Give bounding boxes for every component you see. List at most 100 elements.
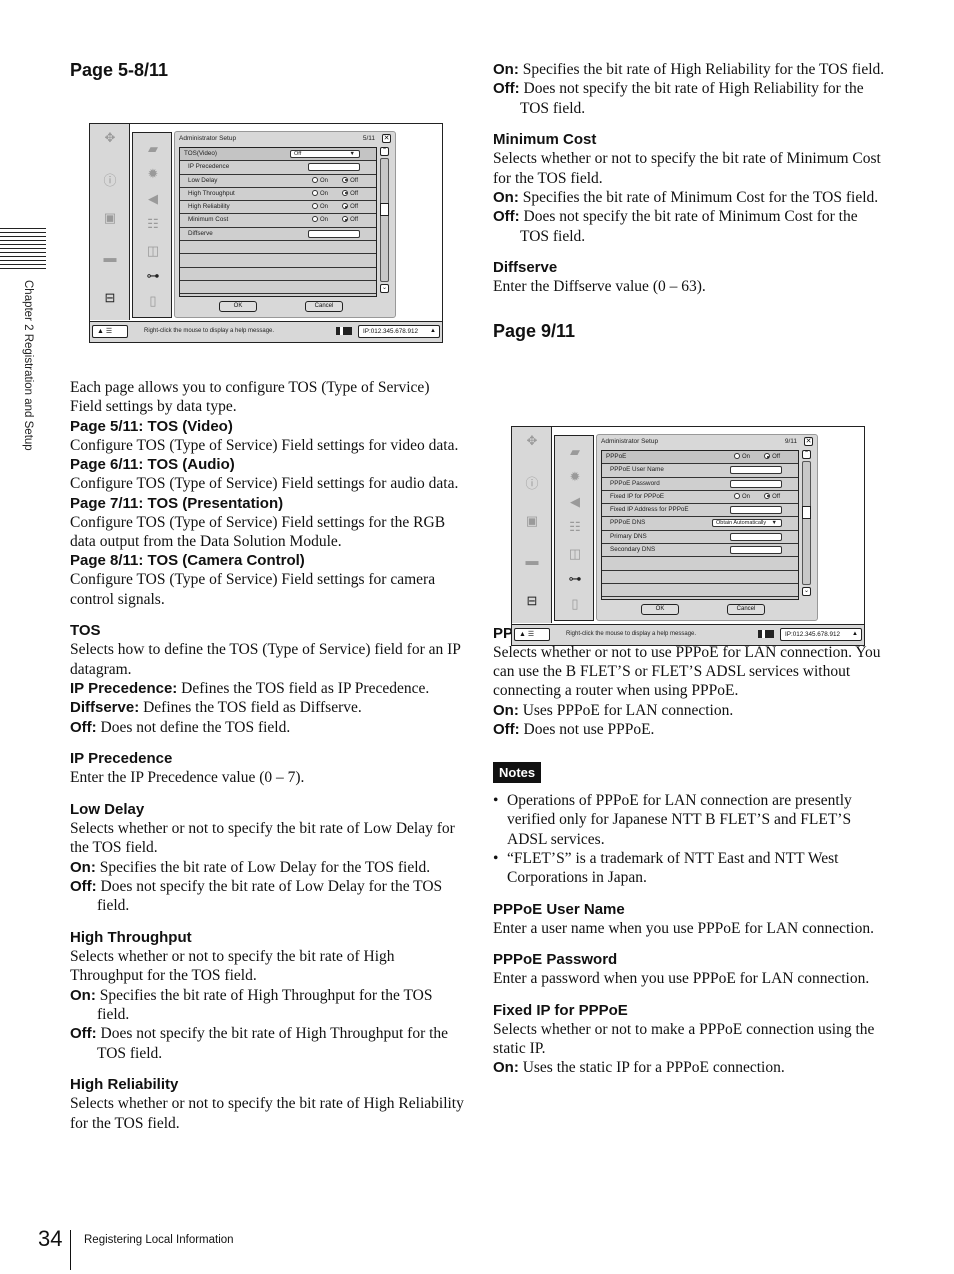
- frame-icon[interactable]: ▯: [145, 293, 161, 309]
- setting-row: PPPoE On Off: [602, 451, 798, 465]
- close-icon[interactable]: ✕: [804, 437, 813, 446]
- radio-off[interactable]: Off: [342, 188, 358, 200]
- scrollbar[interactable]: ⌃ ⌄: [802, 450, 812, 600]
- card-icon[interactable]: ▬: [524, 553, 540, 568]
- admin-setup-dialog: Administrator Setup 9/11 ✕ PPPoE On Off PPPoE …: [596, 434, 818, 621]
- close-icon[interactable]: ✕: [382, 134, 391, 143]
- network-icon[interactable]: ☷: [567, 519, 583, 535]
- section-title: IP Precedence: [70, 750, 173, 768]
- scroll-down-icon[interactable]: ⌄: [802, 587, 811, 596]
- admin-setup-dialog: Administrator Setup 5/11 ✕ TOS(Video) Off IP …: [174, 131, 396, 318]
- dialog-title: Administrator Setup: [601, 438, 659, 445]
- screen-pppoe: ✥ ⓘ ▣ ▬ ⊟ ▰ ✹ ◀ ☷ ◫ ⊶ ▯ Administrator Setup 9/11 ✕ PPPo…: [511, 426, 865, 646]
- radio-on[interactable]: On: [733, 451, 750, 463]
- user-icon[interactable]: ▣: [102, 210, 118, 226]
- option-value: Does not specify the bit rate of Minimum…: [519, 208, 858, 245]
- page-number: 34: [38, 1226, 63, 1251]
- speaker-icon[interactable]: ◀: [145, 191, 161, 207]
- page-desc: Configure TOS (Type of Service) Field se…: [70, 475, 459, 493]
- section-title: Fixed IP for PPPoE: [493, 1001, 628, 1019]
- radio-off[interactable]: Off: [342, 201, 358, 213]
- scroll-up-icon[interactable]: ⌃: [380, 147, 389, 156]
- info-icon[interactable]: ⓘ: [524, 473, 540, 492]
- setting-label: Secondary DNS: [610, 546, 656, 554]
- page-indicator: 5/11: [362, 135, 375, 142]
- menu-toggle-button[interactable]: ▲ ☰: [92, 325, 128, 338]
- radio-on[interactable]: On: [311, 201, 328, 213]
- cancel-button[interactable]: Cancel: [305, 301, 343, 312]
- radio-off[interactable]: Off: [342, 175, 358, 187]
- section-desc: Selects whether or not to specify the bi…: [70, 1095, 464, 1132]
- gear-icon[interactable]: ✹: [145, 166, 161, 182]
- scroll-thumb[interactable]: [802, 506, 811, 519]
- ok-button[interactable]: OK: [219, 301, 257, 312]
- gear-icon[interactable]: ✹: [567, 469, 583, 485]
- scroll-up-icon[interactable]: ⌃: [802, 450, 811, 459]
- scroll-thumb[interactable]: [380, 203, 389, 216]
- setting-row: PPPoE User Name: [602, 464, 798, 478]
- text-field[interactable]: [308, 163, 360, 172]
- option-key: Off:: [70, 718, 97, 736]
- cancel-button[interactable]: Cancel: [727, 604, 765, 615]
- page-title: Page 6/11: TOS (Audio): [70, 456, 235, 474]
- user-icon[interactable]: ▣: [524, 513, 540, 529]
- ip-address-display[interactable]: IP:012.345.678.912: [358, 325, 440, 338]
- card-icon[interactable]: ▬: [102, 250, 118, 265]
- main-nav: ✥ ⓘ ▣ ▬ ⊟: [512, 427, 552, 623]
- radio-off[interactable]: Off: [342, 214, 358, 226]
- text-field[interactable]: [308, 229, 360, 238]
- text-field[interactable]: [730, 546, 782, 555]
- dropdown-select[interactable]: Obtain Automatically: [712, 519, 782, 528]
- key-icon[interactable]: ⊶: [567, 571, 583, 587]
- setting-label: IP Precedence: [188, 163, 230, 171]
- move-icon[interactable]: ✥: [524, 433, 540, 449]
- key-icon[interactable]: ⊶: [145, 268, 161, 284]
- display-icon[interactable]: ◫: [567, 546, 583, 562]
- scroll-down-icon[interactable]: ⌄: [380, 284, 389, 293]
- info-icon[interactable]: ⓘ: [102, 170, 118, 189]
- radio-on[interactable]: On: [311, 188, 328, 200]
- camera-icon[interactable]: ▰: [567, 444, 583, 460]
- frame-icon[interactable]: ▯: [567, 596, 583, 612]
- radio-on[interactable]: On: [311, 175, 328, 187]
- camera-icon[interactable]: ▰: [145, 141, 161, 157]
- display-icon[interactable]: ◫: [145, 243, 161, 259]
- ok-button[interactable]: OK: [641, 604, 679, 615]
- move-icon[interactable]: ✥: [102, 130, 118, 146]
- radio-off[interactable]: Off: [764, 491, 780, 503]
- network-icon[interactable]: ☷: [145, 216, 161, 232]
- empty-row: [602, 584, 798, 598]
- radio-circle-icon: [311, 216, 318, 223]
- option-key: On:: [70, 986, 96, 1004]
- menu-toggle-button[interactable]: ▲ ☰: [514, 628, 550, 641]
- ip-address-display[interactable]: IP:012.345.678.912: [780, 628, 862, 641]
- radio-on[interactable]: On: [733, 491, 750, 503]
- page-heading-9: Page 9/11: [493, 320, 576, 341]
- toolbox-icon[interactable]: ⊟: [102, 290, 118, 306]
- scroll-track[interactable]: [802, 461, 811, 585]
- notes-block: Notes Operations of PPPoE for LAN connec…: [493, 761, 888, 888]
- setting-row: PPPoE DNS Obtain Automatically: [602, 517, 798, 531]
- toolbox-icon[interactable]: ⊟: [524, 593, 540, 609]
- option-key: On:: [493, 189, 519, 207]
- section-title: High Throughput: [70, 928, 192, 946]
- text-field[interactable]: [730, 466, 782, 475]
- text-field[interactable]: [730, 532, 782, 541]
- section-title: Minimum Cost: [493, 131, 597, 149]
- radio-off[interactable]: Off: [764, 451, 780, 463]
- page-desc: Configure TOS (Type of Service) Field se…: [70, 436, 459, 454]
- speaker-icon[interactable]: ◀: [567, 494, 583, 510]
- radio-on[interactable]: On: [311, 214, 328, 226]
- section-desc: Selects whether or not to specify the bi…: [493, 150, 881, 187]
- option-key: Off:: [493, 208, 520, 226]
- scrollbar[interactable]: ⌃ ⌄: [380, 147, 390, 297]
- option-off: Off: Does not specify the bit rate of Mi…: [493, 207, 888, 246]
- setting-label: Fixed IP for PPPoE: [610, 492, 665, 500]
- section-title: PPPoE Password: [493, 951, 618, 969]
- radio-label: Off: [350, 177, 358, 184]
- scroll-track[interactable]: [380, 158, 389, 282]
- text-field[interactable]: [730, 506, 782, 515]
- setting-label: Minimum Cost: [188, 216, 229, 224]
- text-field[interactable]: [730, 479, 782, 488]
- dropdown-select[interactable]: Off: [290, 150, 360, 158]
